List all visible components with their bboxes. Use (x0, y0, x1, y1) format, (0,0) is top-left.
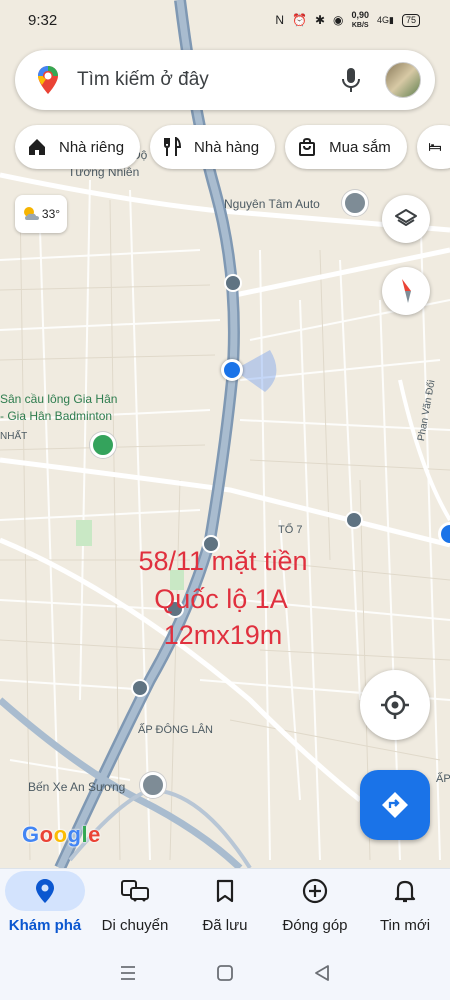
home-icon (29, 139, 45, 155)
nav-label: Tin mới (379, 917, 431, 934)
place-pin-icon[interactable] (140, 772, 166, 798)
restaurant-icon (164, 137, 182, 156)
shopping-bag-icon (299, 137, 316, 156)
google-logo: Google (22, 822, 101, 847)
map-label: ẤP (436, 773, 450, 785)
nav-updates[interactable]: Tin mới (360, 871, 450, 934)
home-button-icon[interactable] (216, 964, 234, 982)
nfc-icon: N (275, 13, 284, 27)
category-chips: Nhà riêng Nhà hàng Mua sắm (15, 125, 450, 169)
recent-apps-icon[interactable] (119, 965, 137, 981)
chip-shopping[interactable]: Mua sắm (285, 125, 407, 169)
map-label: Sân cầu lông Gia Hân (0, 392, 118, 406)
compass-button[interactable] (382, 267, 430, 315)
hotel-bed-icon (428, 143, 441, 151)
explore-pin-icon (36, 879, 54, 903)
overlay-text: 58/11 mặt tiền (138, 546, 308, 576)
layers-button[interactable] (382, 195, 430, 243)
back-icon[interactable] (313, 964, 331, 982)
park-pin-icon[interactable] (90, 432, 116, 458)
bus-stop-icon[interactable] (131, 679, 149, 697)
location-icon: ◉ (333, 13, 344, 27)
nav-label: Đã lưu (202, 917, 248, 934)
weather-badge[interactable]: 33° (15, 195, 67, 233)
map-label: NHẤT (0, 431, 28, 442)
signal-icon: 4G▮ (377, 14, 394, 25)
overlay-text: 12mx19m (163, 620, 283, 650)
map-label: - Gia Hân Badminton (0, 409, 113, 423)
directions-icon (382, 792, 408, 818)
bluetooth-icon: ✱ (314, 13, 325, 27)
search-bar[interactable]: Tìm kiếm ở đây (15, 50, 435, 110)
weather-temp: 33° (41, 207, 61, 221)
chip-hotel[interactable] (416, 125, 450, 169)
my-location-button[interactable] (360, 670, 430, 740)
search-input[interactable]: Tìm kiếm ở đây (77, 69, 339, 91)
nav-commute[interactable]: Di chuyển (90, 871, 180, 934)
avatar[interactable] (385, 62, 421, 98)
bus-stop-icon[interactable] (345, 511, 363, 529)
crosshair-icon (381, 691, 409, 719)
system-navigation (0, 946, 450, 1000)
alarm-icon: ⏰ (291, 13, 307, 27)
chip-restaurant[interactable]: Nhà hàng (150, 125, 276, 169)
directions-button[interactable] (360, 770, 430, 840)
chip-label: Mua sắm (329, 138, 391, 156)
add-circle-icon (302, 878, 328, 904)
layers-icon (395, 209, 417, 226)
bookmark-icon (216, 879, 234, 903)
status-time: 9:32 (28, 11, 58, 29)
map-label: Nguyên Tâm Auto (224, 197, 320, 211)
network-speed: 0,90 KB/S (351, 9, 370, 29)
nav-label: Di chuyển (101, 917, 169, 934)
chip-label: Nhà hàng (194, 138, 260, 156)
chip-label: Nhà riêng (59, 138, 125, 156)
bottom-navigation: Khám phá Di chuyển Đã lưu Đóng góp Tin m… (0, 868, 450, 946)
chip-home[interactable]: Nhà riêng (15, 125, 141, 169)
map-label: Bến Xe An Sương (28, 780, 126, 794)
bell-icon (394, 880, 416, 903)
status-bar: 9:32 N ⏰ ✱ ◉ 0,90 KB/S 4G▮ 75 (0, 0, 450, 40)
overlay-text: Quốc lộ 1A (154, 584, 288, 614)
nav-label: Đóng góp (282, 917, 348, 934)
nav-label: Khám phá (8, 917, 82, 934)
current-location-dot (221, 359, 243, 381)
nav-saved[interactable]: Đã lưu (180, 871, 270, 934)
nav-explore[interactable]: Khám phá (0, 871, 90, 934)
map-label: TỔ 7 (278, 524, 303, 536)
battery-icon: 75 (401, 13, 420, 27)
bus-stop-icon[interactable] (224, 274, 242, 292)
microphone-icon[interactable] (339, 66, 363, 94)
place-pin-icon[interactable] (342, 190, 368, 216)
compass-icon (402, 279, 411, 303)
nav-contribute[interactable]: Đóng góp (270, 871, 360, 934)
partly-cloudy-icon (23, 207, 39, 220)
commute-icon (121, 880, 149, 902)
map-label: ẤP ĐÔNG LÂN (138, 724, 213, 736)
maps-pin-icon (38, 66, 58, 94)
